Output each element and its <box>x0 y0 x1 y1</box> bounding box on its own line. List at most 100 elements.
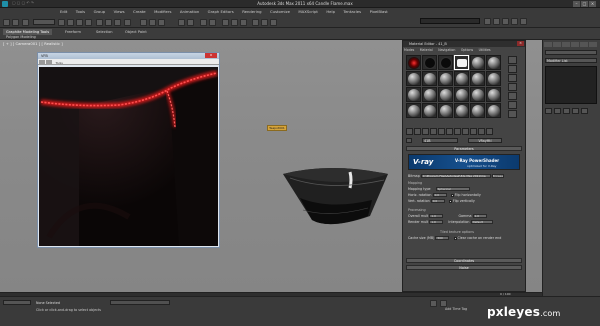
graphite-toggle-icon[interactable] <box>209 19 216 26</box>
render-mult-field[interactable]: 1.0 <box>429 220 444 224</box>
snap-icon[interactable] <box>140 19 147 26</box>
help-icon[interactable] <box>520 18 527 25</box>
rotate-icon[interactable] <box>105 19 112 26</box>
interpolation-dropdown[interactable]: Default <box>470 220 493 224</box>
minimize-button[interactable]: – <box>573 1 580 7</box>
material-slot[interactable] <box>422 103 437 118</box>
layer-manager-icon[interactable] <box>200 19 207 26</box>
material-slot[interactable] <box>422 55 437 70</box>
material-slot[interactable] <box>454 87 469 102</box>
menu-group[interactable]: Group <box>94 9 106 14</box>
me-menu-utilities[interactable]: Utilities <box>479 48 491 52</box>
move-icon[interactable] <box>96 19 103 26</box>
close-button[interactable]: × <box>589 1 596 7</box>
parameters-rollout-header[interactable]: Parameters <box>406 146 522 151</box>
menu-maxscript[interactable]: MAXScript <box>298 9 318 14</box>
material-slot[interactable] <box>406 87 421 102</box>
backlight-icon[interactable] <box>508 65 517 73</box>
show-end-result-material-icon[interactable] <box>470 128 477 135</box>
scale-icon[interactable] <box>114 19 121 26</box>
object-label-teapot[interactable]: Teapot001 <box>267 125 287 131</box>
material-slot[interactable] <box>406 71 421 86</box>
menu-help[interactable]: Help <box>326 9 335 14</box>
put-to-library-icon[interactable] <box>446 128 453 135</box>
maximize-button[interactable]: □ <box>581 1 588 7</box>
search-input[interactable] <box>420 18 480 24</box>
select-object-icon[interactable] <box>58 19 65 26</box>
video-check-icon[interactable] <box>508 92 517 100</box>
put-to-scene-icon[interactable] <box>414 128 421 135</box>
noise-rollout-header[interactable]: Noise <box>406 265 522 270</box>
material-slot[interactable] <box>470 55 485 70</box>
make-unique-material-icon[interactable] <box>438 128 445 135</box>
redo-icon[interactable] <box>12 19 19 26</box>
menu-tentacles[interactable]: Tentacles <box>343 9 361 14</box>
material-type-button[interactable]: VRayMtl <box>468 138 502 143</box>
selection-filter-dropdown[interactable] <box>33 19 55 25</box>
menu-animation[interactable]: Animation <box>180 9 199 14</box>
pick-material-icon[interactable] <box>406 138 412 143</box>
uv-tiling-icon[interactable] <box>508 83 517 91</box>
render-icon[interactable] <box>270 19 277 26</box>
rect-select-icon[interactable] <box>76 19 83 26</box>
material-id-icon[interactable] <box>454 128 461 135</box>
material-slot[interactable] <box>406 103 421 118</box>
vfb-save-icon[interactable] <box>46 60 52 64</box>
schematic-view-icon[interactable] <box>231 19 238 26</box>
favorites-icon[interactable] <box>511 18 518 25</box>
mapping-type-dropdown[interactable]: Spherical <box>435 187 470 191</box>
material-slot[interactable] <box>470 71 485 86</box>
link-icon[interactable] <box>22 19 29 26</box>
material-slot[interactable] <box>438 103 453 118</box>
modifier-list-dropdown[interactable]: Modifier List <box>545 58 597 63</box>
material-slot[interactable] <box>486 87 501 102</box>
sample-type-icon[interactable] <box>508 56 517 64</box>
auto-key-icon[interactable] <box>430 300 437 307</box>
window-crossing-icon[interactable] <box>85 19 92 26</box>
make-preview-icon[interactable] <box>508 101 517 109</box>
vfb-close-button[interactable]: x <box>205 53 217 58</box>
flip-horizontally-checkbox[interactable] <box>450 193 454 197</box>
maxscript-listener-field[interactable] <box>3 300 31 305</box>
add-time-tag[interactable]: Add Time Tag <box>445 307 467 311</box>
material-editor-close-button[interactable]: × <box>517 41 524 46</box>
clear-cache-checkbox[interactable] <box>453 236 457 240</box>
undo-icon[interactable] <box>3 19 10 26</box>
menu-rendering[interactable]: Rendering <box>242 9 261 14</box>
create-tab-icon[interactable] <box>544 42 552 47</box>
modify-tab-icon[interactable] <box>553 42 561 47</box>
bitmap-path-field[interactable]: C:\Program Files\Autodesk\3ds Max 2011\m… <box>420 174 491 178</box>
rendered-frame-icon[interactable] <box>261 19 268 26</box>
material-slot[interactable] <box>470 103 485 118</box>
set-key-icon[interactable] <box>440 300 447 307</box>
go-forward-icon[interactable] <box>486 128 493 135</box>
menu-create[interactable]: Create <box>133 9 146 14</box>
browse-button[interactable]: Browse <box>491 174 504 178</box>
tab-object-paint[interactable]: Object Paint <box>122 29 150 35</box>
material-slot-selected[interactable] <box>454 55 469 70</box>
overall-mult-field[interactable]: 1.0 <box>429 214 444 218</box>
material-slot[interactable] <box>438 71 453 86</box>
motion-tab-icon[interactable] <box>571 42 579 47</box>
curve-editor-icon[interactable] <box>222 19 229 26</box>
me-menu-navigation[interactable]: Navigation <box>438 48 455 52</box>
horiz-rotation-field[interactable]: 0.0 <box>432 193 447 197</box>
show-map-icon[interactable] <box>462 128 469 135</box>
material-slot[interactable] <box>406 55 421 70</box>
percent-snap-icon[interactable] <box>158 19 165 26</box>
pin-stack-icon[interactable] <box>545 108 552 114</box>
configure-sets-icon[interactable] <box>581 108 588 114</box>
material-slot[interactable] <box>486 71 501 86</box>
coordinate-fields[interactable] <box>110 300 170 305</box>
utilities-tab-icon[interactable] <box>589 42 597 47</box>
material-slot[interactable] <box>454 103 469 118</box>
go-to-parent-icon[interactable] <box>478 128 485 135</box>
render-setup-icon[interactable] <box>252 19 259 26</box>
material-slot[interactable] <box>422 71 437 86</box>
subscription-icon[interactable] <box>493 18 500 25</box>
menu-pixelblast[interactable]: PixelBlast <box>370 9 388 14</box>
menu-customize[interactable]: Customize <box>270 9 290 14</box>
hierarchy-tab-icon[interactable] <box>562 42 570 47</box>
modifier-stack[interactable] <box>545 66 597 104</box>
material-editor-icon[interactable] <box>240 19 247 26</box>
